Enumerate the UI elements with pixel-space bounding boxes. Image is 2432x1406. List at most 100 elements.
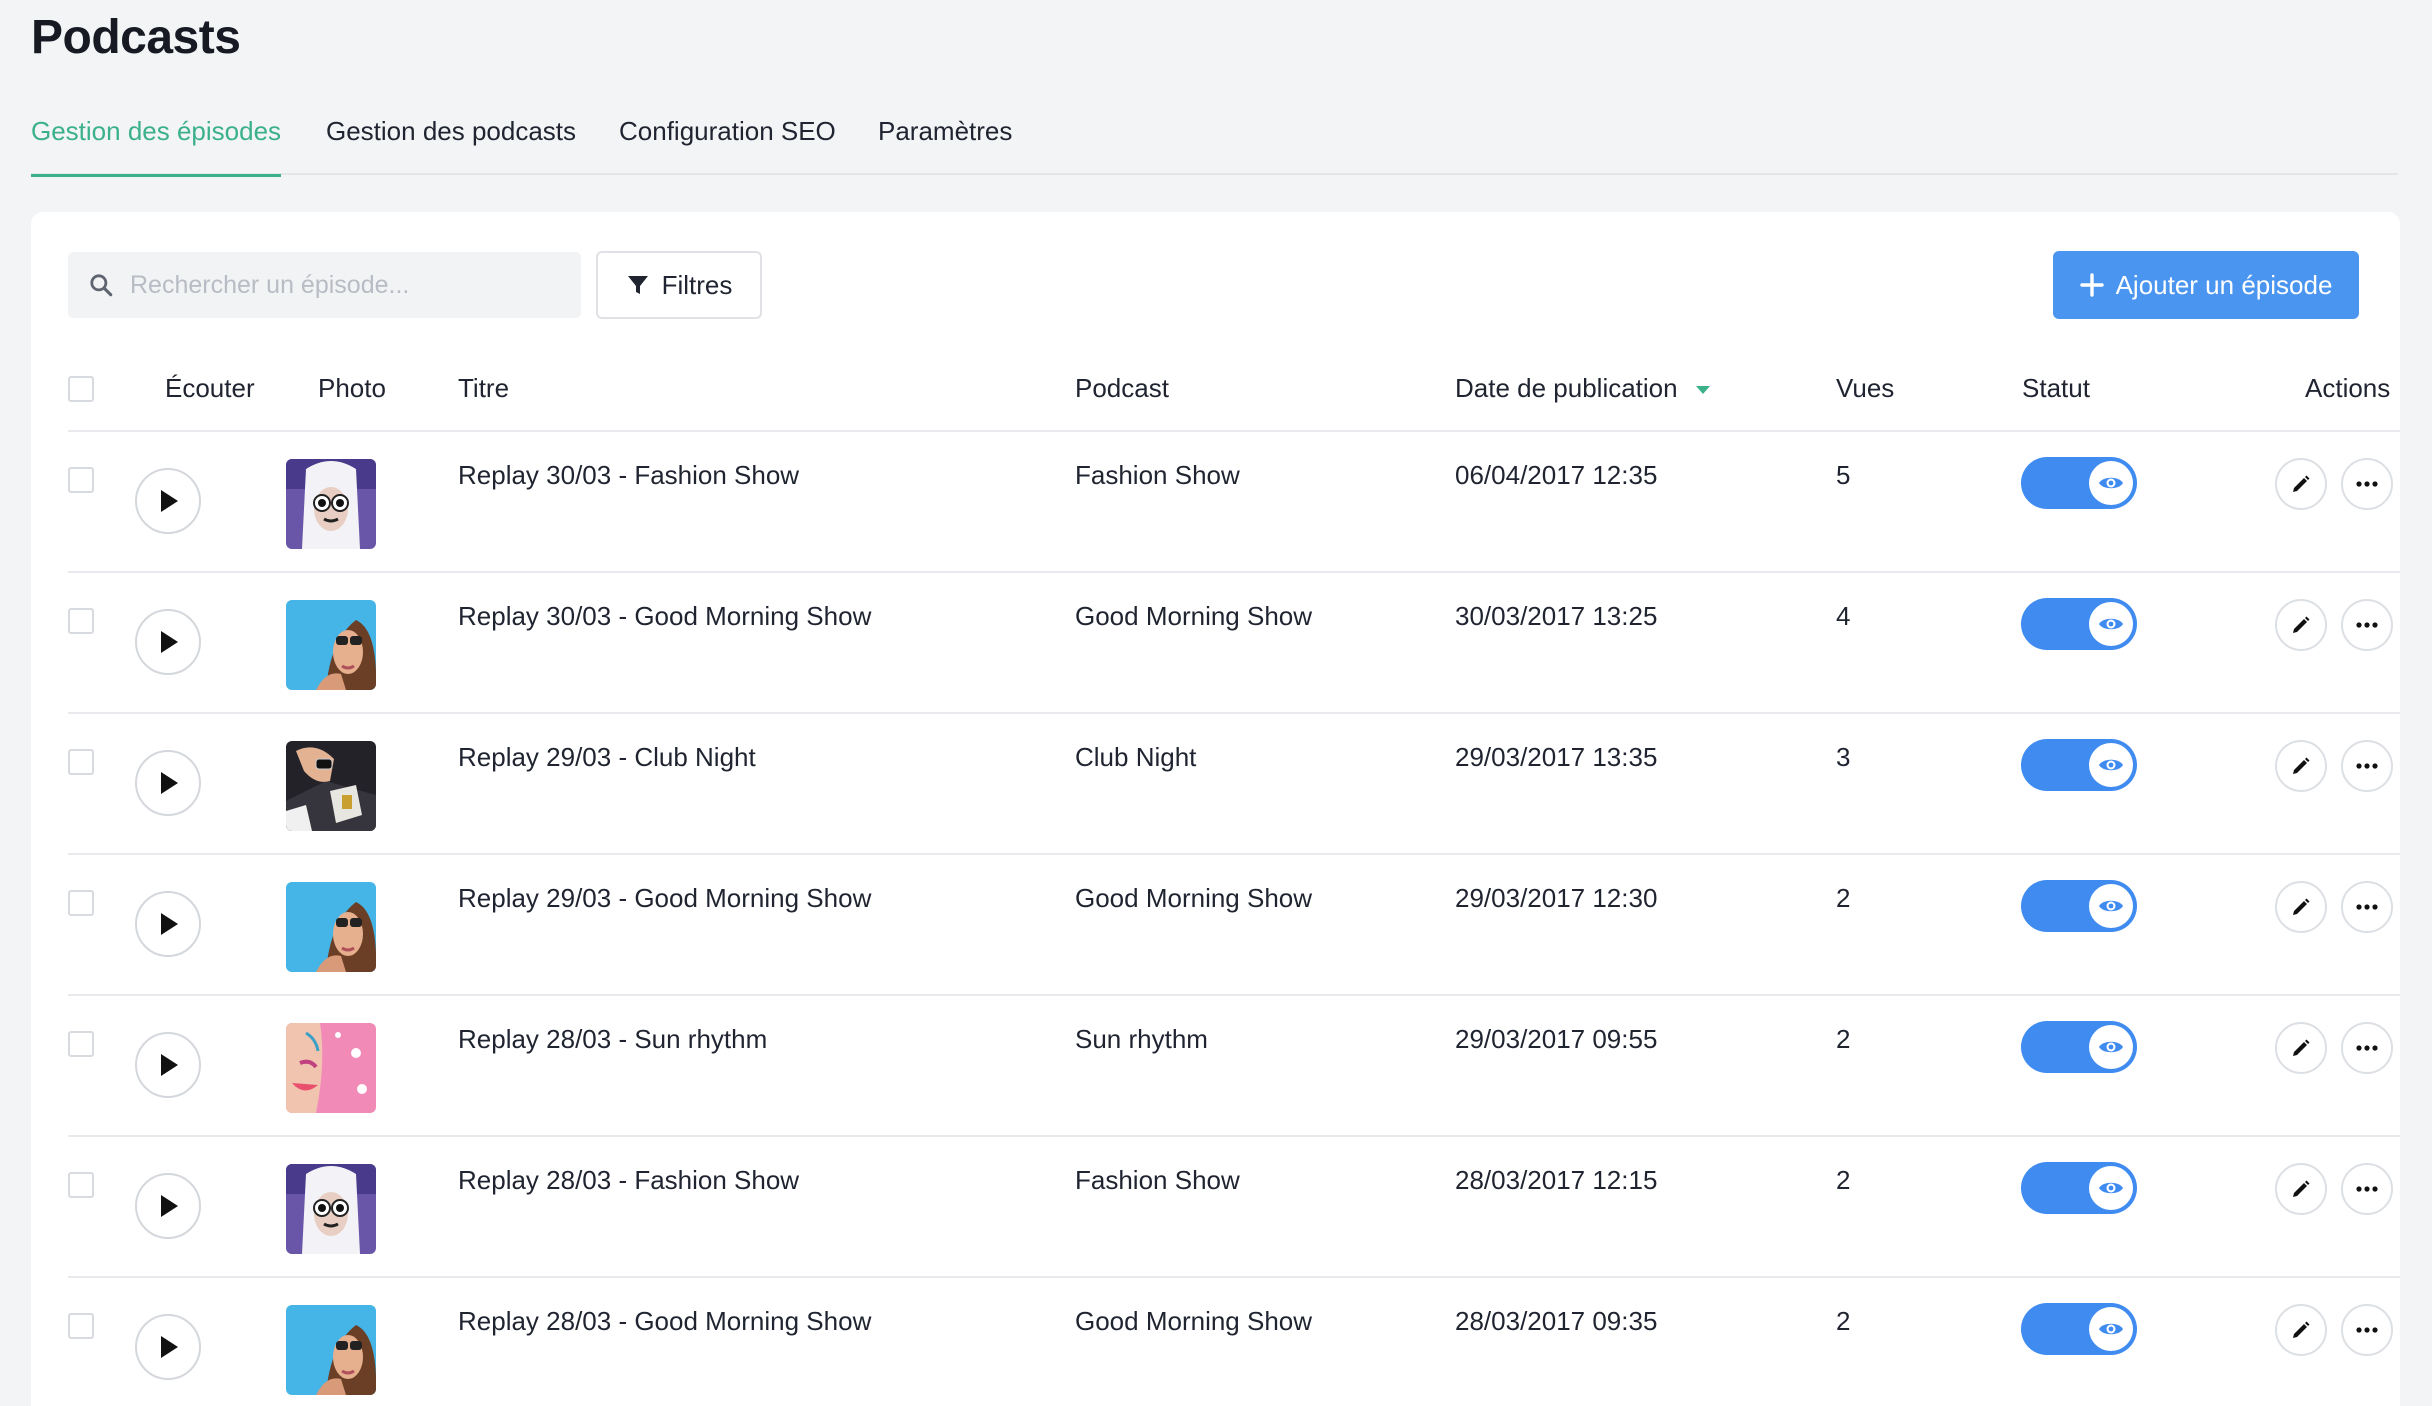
- status-toggle[interactable]: [2021, 457, 2137, 509]
- header-title[interactable]: Titre: [458, 373, 509, 404]
- status-toggle[interactable]: [2021, 1303, 2137, 1355]
- episode-podcast: Club Night: [1075, 742, 1197, 772]
- select-all-checkbox[interactable]: [68, 376, 94, 402]
- more-options-button[interactable]: [2341, 599, 2393, 651]
- edit-button[interactable]: [2275, 599, 2327, 651]
- play-icon: [161, 913, 178, 935]
- status-toggle[interactable]: [2021, 739, 2137, 791]
- play-icon: [161, 490, 178, 512]
- episode-title[interactable]: Replay 30/03 - Good Morning Show: [458, 601, 871, 632]
- table-row: Replay 28/03 - Good Morning Show Good Mo…: [68, 1278, 2400, 1406]
- tab-parametres[interactable]: Paramètres: [878, 116, 1012, 175]
- add-episode-button[interactable]: Ajouter un épisode: [2053, 251, 2359, 319]
- episode-photo: [286, 600, 376, 690]
- eye-icon: [2089, 602, 2133, 646]
- edit-button[interactable]: [2275, 1163, 2327, 1215]
- header-views[interactable]: Vues: [1836, 373, 1894, 404]
- table-row: Replay 29/03 - Club Night Club Night 29/…: [68, 714, 2400, 855]
- plus-icon: [2079, 273, 2104, 297]
- status-toggle[interactable]: [2021, 1021, 2137, 1073]
- episode-title[interactable]: Replay 28/03 - Fashion Show: [458, 1165, 799, 1196]
- play-button[interactable]: [135, 468, 201, 534]
- episode-photo: [286, 1023, 376, 1113]
- episode-title[interactable]: Replay 28/03 - Good Morning Show: [458, 1306, 871, 1337]
- episodes-card: Filtres Ajouter un épisode Écouter Photo…: [31, 212, 2400, 1406]
- row-checkbox[interactable]: [68, 467, 94, 493]
- row-checkbox[interactable]: [68, 890, 94, 916]
- status-toggle[interactable]: [2021, 880, 2137, 932]
- more-options-button[interactable]: [2341, 740, 2393, 792]
- more-horizontal-icon: [2356, 1045, 2378, 1051]
- filter-button[interactable]: Filtres: [596, 251, 762, 319]
- header-date-label: Date de publication: [1455, 373, 1678, 403]
- tab-gestion-episodes[interactable]: Gestion des épisodes: [31, 116, 282, 177]
- episode-views: 2: [1836, 883, 1851, 913]
- episode-views: 2: [1836, 1165, 1851, 1195]
- row-checkbox[interactable]: [68, 1313, 94, 1339]
- row-checkbox[interactable]: [68, 1031, 94, 1057]
- episode-podcast: Sun rhythm: [1075, 1024, 1208, 1054]
- more-options-button[interactable]: [2341, 458, 2393, 510]
- edit-button[interactable]: [2275, 1304, 2327, 1356]
- episode-title[interactable]: Replay 29/03 - Club Night: [458, 742, 756, 773]
- more-options-button[interactable]: [2341, 1304, 2393, 1356]
- row-checkbox[interactable]: [68, 608, 94, 634]
- table-row: Replay 28/03 - Fashion Show Fashion Show…: [68, 1137, 2400, 1278]
- tab-gestion-podcasts[interactable]: Gestion des podcasts: [326, 116, 576, 175]
- pencil-icon: [2293, 616, 2310, 633]
- play-icon: [161, 1336, 178, 1358]
- header-date[interactable]: Date de publication: [1455, 373, 1711, 404]
- episode-views: 2: [1836, 1024, 1851, 1054]
- episode-photo: [286, 459, 376, 549]
- pencil-icon: [2293, 757, 2310, 774]
- row-checkbox[interactable]: [68, 749, 94, 775]
- play-icon: [161, 1195, 178, 1217]
- table-row: Replay 29/03 - Good Morning Show Good Mo…: [68, 855, 2400, 996]
- more-horizontal-icon: [2356, 1327, 2378, 1333]
- edit-button[interactable]: [2275, 740, 2327, 792]
- play-button[interactable]: [135, 750, 201, 816]
- episode-title[interactable]: Replay 30/03 - Fashion Show: [458, 460, 799, 491]
- eye-icon: [2089, 1307, 2133, 1351]
- play-icon: [161, 772, 178, 794]
- episode-title[interactable]: Replay 29/03 - Good Morning Show: [458, 883, 871, 914]
- episode-podcast: Good Morning Show: [1075, 883, 1313, 913]
- episode-date: 28/03/2017 12:15: [1455, 1165, 1658, 1195]
- play-button[interactable]: [135, 609, 201, 675]
- status-toggle[interactable]: [2021, 598, 2137, 650]
- play-button[interactable]: [135, 1173, 201, 1239]
- edit-button[interactable]: [2275, 1022, 2327, 1074]
- episode-photo: [286, 741, 376, 831]
- episode-views: 4: [1836, 601, 1851, 631]
- more-horizontal-icon: [2356, 622, 2378, 628]
- episode-views: 3: [1836, 742, 1851, 772]
- play-icon: [161, 631, 178, 653]
- more-options-button[interactable]: [2341, 1163, 2393, 1215]
- more-options-button[interactable]: [2341, 881, 2393, 933]
- filter-button-label: Filtres: [661, 269, 733, 300]
- play-button[interactable]: [135, 1032, 201, 1098]
- tab-configuration-seo[interactable]: Configuration SEO: [619, 116, 836, 175]
- play-button[interactable]: [135, 1314, 201, 1380]
- row-checkbox[interactable]: [68, 1172, 94, 1198]
- header-status: Statut: [2022, 373, 2090, 403]
- page-title: Podcasts: [31, 11, 241, 64]
- episode-date: 28/03/2017 09:35: [1455, 1306, 1658, 1336]
- search-box: [68, 252, 581, 318]
- play-icon: [161, 1054, 178, 1076]
- add-episode-label: Ajouter un épisode: [2115, 269, 2333, 300]
- search-input[interactable]: [130, 270, 560, 300]
- more-horizontal-icon: [2356, 904, 2378, 910]
- more-options-button[interactable]: [2341, 1022, 2393, 1074]
- edit-button[interactable]: [2275, 881, 2327, 933]
- play-button[interactable]: [135, 891, 201, 957]
- eye-icon: [2089, 743, 2133, 787]
- episode-title[interactable]: Replay 28/03 - Sun rhythm: [458, 1024, 767, 1055]
- episode-podcast: Fashion Show: [1075, 460, 1240, 490]
- episode-podcast: Good Morning Show: [1075, 601, 1313, 631]
- pencil-icon: [2293, 1180, 2310, 1197]
- episode-photo: [286, 1305, 376, 1395]
- edit-button[interactable]: [2275, 458, 2327, 510]
- status-toggle[interactable]: [2021, 1162, 2137, 1214]
- header-podcast[interactable]: Podcast: [1075, 373, 1169, 404]
